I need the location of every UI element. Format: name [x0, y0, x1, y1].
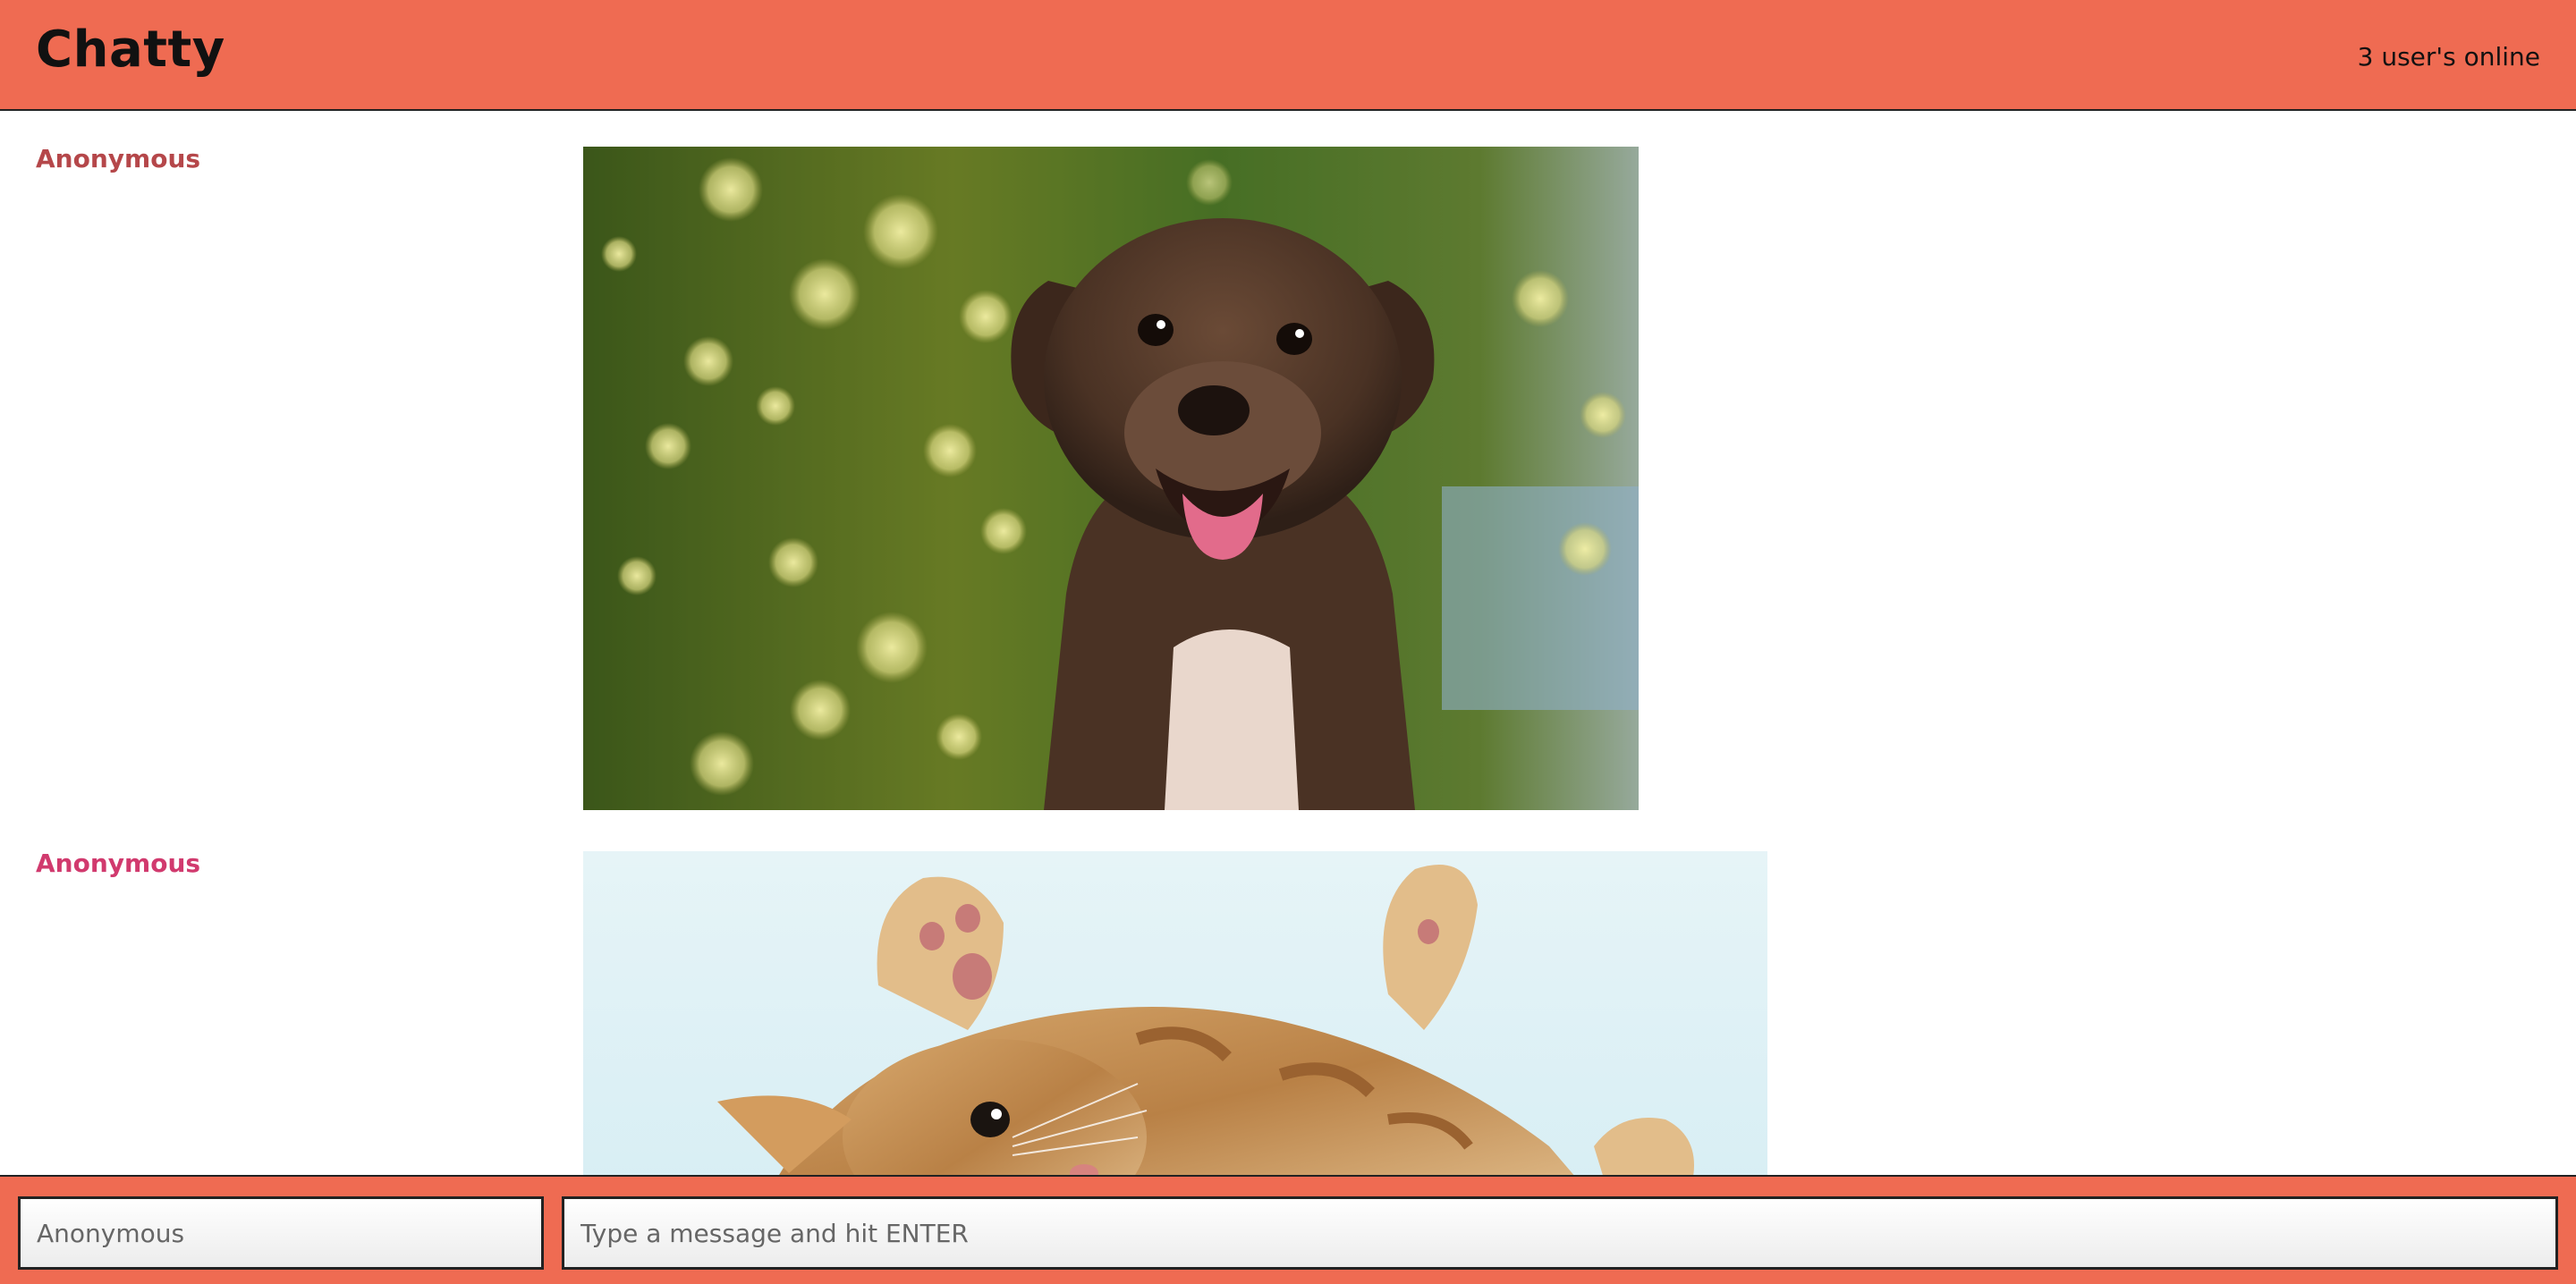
- navbar: Chatty 3 user's online: [0, 0, 2576, 111]
- message-image-kitten[interactable]: [583, 851, 1767, 1175]
- composer: [0, 1175, 2576, 1284]
- message-username: Anonymous: [36, 144, 201, 173]
- kitten-photo: [583, 851, 1767, 1175]
- message-list[interactable]: Anonymous Anonymous: [0, 113, 2576, 1175]
- username-input[interactable]: [18, 1196, 544, 1270]
- message-username: Anonymous: [36, 849, 201, 878]
- message-image-puppy[interactable]: [583, 147, 1639, 810]
- puppy-photo: [583, 147, 1639, 810]
- message-item: Anonymous: [0, 817, 2576, 1175]
- message-item: Anonymous: [0, 113, 2576, 810]
- users-online-count: 3 user's online: [2357, 42, 2540, 72]
- message-input[interactable]: [562, 1196, 2558, 1270]
- brand-title[interactable]: Chatty: [36, 25, 225, 75]
